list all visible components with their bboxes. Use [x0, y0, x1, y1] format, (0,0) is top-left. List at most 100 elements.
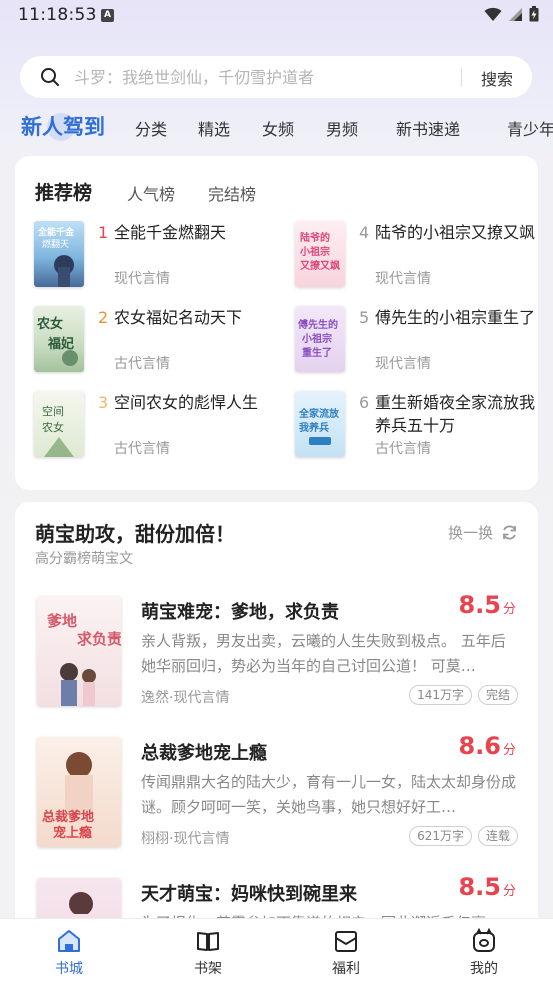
svg-text:总裁爹地: 总裁爹地: [42, 809, 94, 825]
book-tags: 141万字 完结: [409, 685, 518, 705]
rank-title: 空间农女的彪悍人生: [114, 393, 259, 412]
battery-icon: [529, 6, 539, 22]
rank-item[interactable]: 陆爷的 小祖宗 又撩又飒 4 陆爷的小祖宗又撩又飒 现代言情: [295, 221, 545, 291]
svg-text:宠上瘾: 宠上瘾: [53, 825, 92, 841]
book-cover: 全能千金 燃翻天: [34, 221, 84, 287]
tab-featured[interactable]: 精选: [198, 116, 230, 140]
score-value: 8.5: [458, 873, 501, 901]
nav-welfare[interactable]: 福利: [316, 928, 376, 978]
home-icon: [58, 930, 80, 952]
rank-item[interactable]: 空间 农女 3 空间农女的彪悍人生 古代言情: [34, 391, 284, 461]
nav-profile[interactable]: 我的: [454, 928, 514, 978]
book-score: 8.5 分: [458, 873, 516, 901]
score-unit: 分: [502, 743, 516, 758]
rank-item[interactable]: 傅先生的 小祖宗 重生了 5 傅先生的小祖宗重生了 现代言情: [295, 306, 545, 376]
book-tags: 621万字 连载: [409, 826, 518, 846]
book-title: 总裁爹地宠上瘾: [141, 743, 267, 764]
rank-number: 1: [98, 223, 109, 242]
svg-text:空间: 空间: [42, 404, 64, 418]
svg-text:又撩又飒: 又撩又飒: [299, 259, 340, 272]
score-unit: 分: [502, 602, 516, 617]
nav-label: 我的: [470, 961, 498, 977]
profile-icon: [473, 928, 495, 952]
rank-item[interactable]: 全家流放 我养兵 6 重生新婚夜全家流放我养兵五十万 古代言情: [295, 391, 545, 461]
search-input[interactable]: [74, 56, 454, 98]
rank-title: 傅先生的小祖宗重生了: [375, 308, 536, 327]
rank-item[interactable]: 农女 福妃 2 农女福妃名动天下 古代言情: [34, 306, 284, 376]
signal-icon: [509, 7, 522, 21]
section-title: 萌宝助攻，甜份加倍！: [35, 522, 235, 546]
tab-female[interactable]: 女频: [262, 116, 294, 140]
rank-genre: 现代言情: [375, 356, 431, 372]
book-cover: 总裁爹地 宠上瘾: [37, 737, 121, 847]
tab-male[interactable]: 男频: [326, 116, 358, 140]
svg-text:我养兵: 我养兵: [299, 421, 329, 434]
rank-number: 2: [98, 308, 109, 327]
tab-category[interactable]: 分类: [135, 116, 167, 140]
nav-bookshelf[interactable]: 书架: [178, 928, 238, 978]
refresh-icon: [503, 525, 516, 540]
score-value: 8.6: [458, 732, 501, 760]
tab-new-books[interactable]: 新书速递: [396, 116, 460, 140]
book-cover: 空间 农女: [34, 391, 84, 457]
word-count-tag: 621万字: [409, 826, 472, 846]
rank-title: 陆爷的小祖宗又撩又飒: [375, 223, 536, 242]
search-button[interactable]: 搜索: [481, 66, 513, 90]
score-unit: 分: [502, 884, 516, 899]
rank-number: 6: [359, 393, 370, 412]
rank-title: 重生新婚夜全家流放我养兵五十万: [375, 393, 536, 435]
nav-label: 福利: [332, 961, 360, 977]
svg-text:农女: 农女: [42, 420, 64, 434]
book-author: 逸然·现代言情: [141, 690, 230, 706]
book-icon: [197, 932, 219, 951]
nav-bookstore[interactable]: 书城: [39, 928, 99, 978]
tab-popular-rank[interactable]: 人气榜: [127, 181, 175, 205]
cover-art: 全家流放我养兵: [298, 407, 340, 445]
wifi-icon: [484, 7, 502, 21]
book-item[interactable]: 总裁爹地 宠上瘾 总裁爹地宠上瘾 8.6 分 传闻鼎鼎大名的陆大少，育有一儿一女，陆…: [15, 732, 538, 867]
rank-item[interactable]: 全能千金 燃翻天 1 全能千金燃翻天 现代言情: [34, 221, 284, 291]
status-tag: 完结: [477, 685, 518, 705]
refresh-button[interactable]: 换一换: [448, 522, 518, 543]
svg-text:全能千金: 全能千金: [37, 226, 75, 238]
rank-title: 农女福妃名动天下: [114, 308, 243, 327]
book-cover: 傅先生的 小祖宗 重生了: [295, 306, 345, 372]
book-cover: [37, 878, 121, 922]
search-divider: [461, 68, 462, 86]
cover-art: 爹地求负责: [46, 612, 121, 706]
book-item[interactable]: 天才萌宝：妈咪快到碗里来 8.5分 为了报仇，苏雾参加不靠谱的相亲，因此邂逅千亿…: [15, 873, 538, 922]
nav-label: 书架: [194, 961, 222, 977]
book-description: 传闻鼎鼎大名的陆大少，育有一儿一女，陆太太却身份成谜。顾夕呵呵一笑，关她鸟事，她…: [141, 773, 517, 816]
tab-teen[interactable]: 青少年: [507, 116, 553, 140]
recommend-section: 萌宝助攻，甜份加倍！ 高分霸榜萌宝文 换一换 爹地 求负责 萌宝难宠：爹地，求负责…: [15, 502, 538, 922]
rank-genre: 古代言情: [114, 441, 170, 457]
cover-art: 农女福妃: [36, 316, 78, 366]
rank-genre: 古代言情: [114, 356, 170, 372]
ranking-card: 推荐榜 人气榜 完结榜 全能千金 燃翻天 1 全能千金燃翻天 现代言情 农女 福妃 …: [15, 156, 538, 490]
status-icons: [484, 6, 539, 22]
rank-title: 全能千金燃翻天: [114, 223, 227, 242]
book-score: 8.6 分: [458, 732, 516, 760]
book-author: 栩栩·现代言情: [141, 831, 230, 847]
rank-genre: 现代言情: [375, 271, 431, 287]
svg-text:爹地: 爹地: [46, 612, 77, 630]
rank-number: 4: [359, 223, 370, 242]
section-subtitle: 高分霸榜萌宝文: [35, 551, 133, 567]
tab-finished-rank[interactable]: 完结榜: [208, 181, 256, 205]
tab-new-user[interactable]: 新人驾到: [21, 111, 105, 141]
gift-icon: [335, 931, 357, 952]
search-icon: [41, 68, 59, 86]
cover-art: [69, 892, 93, 922]
book-description: 亲人背叛，男友出卖，云曦的人生失败到极点。 五年后她华丽回归，势必为当年的自己讨…: [141, 632, 506, 675]
book-score: 8.5 分: [458, 591, 516, 619]
book-item[interactable]: 爹地 求负责 萌宝难宠：爹地，求负责 8.5 分 亲人背叛，男友出卖，云曦的人生失败…: [15, 591, 538, 726]
bottom-nav: 书城 书架 福利 我的: [0, 918, 553, 983]
word-count-tag: 141万字: [409, 685, 472, 705]
search-bar[interactable]: 搜索: [20, 56, 532, 98]
cover-art: 空间农女: [42, 404, 74, 457]
tab-recommend-rank[interactable]: 推荐榜: [35, 178, 92, 205]
cover-art: 陆爷的小祖宗又撩又飒: [299, 231, 340, 272]
notification-icon: A: [101, 9, 114, 22]
rank-genre: 现代言情: [114, 271, 170, 287]
svg-text:小祖宗: 小祖宗: [301, 332, 332, 345]
